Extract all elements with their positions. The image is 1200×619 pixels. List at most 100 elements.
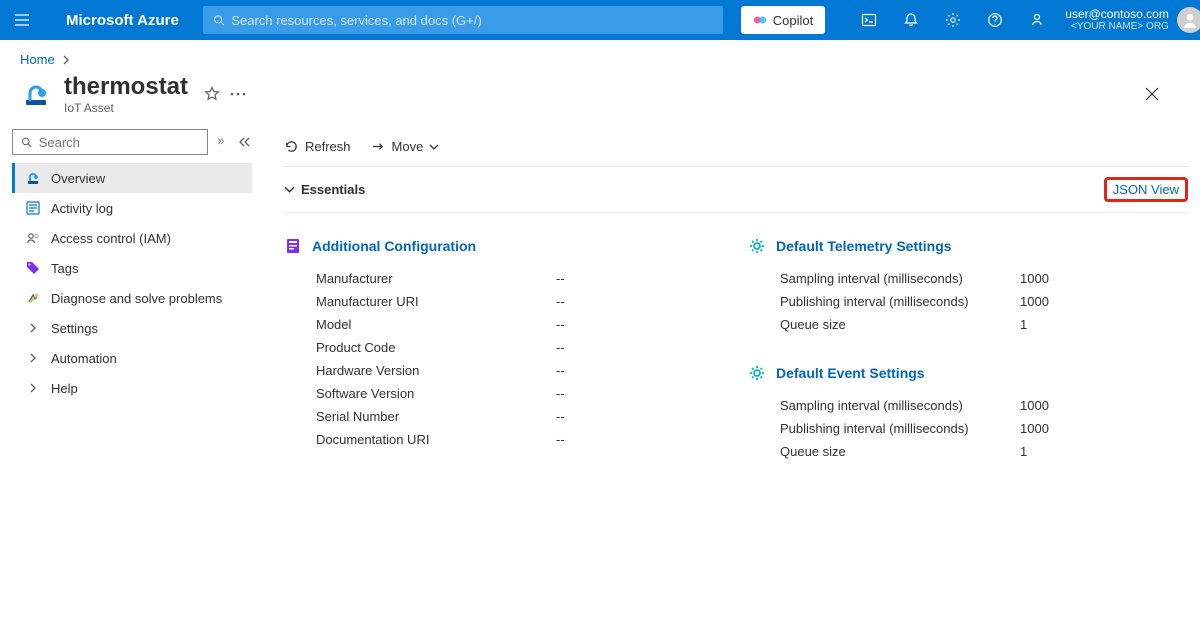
topbar-icon-group: [849, 0, 1057, 40]
feedback-icon[interactable]: [1017, 0, 1057, 40]
kv-row: Hardware Version--: [284, 359, 724, 382]
breadcrumb-item[interactable]: Home: [20, 52, 55, 67]
global-search[interactable]: [203, 6, 723, 34]
copilot-button[interactable]: Copilot: [741, 6, 825, 34]
json-view-link[interactable]: JSON View: [1113, 182, 1179, 197]
section-header-telemetry: Default Telemetry Settings: [748, 237, 1188, 255]
avatar[interactable]: [1177, 7, 1200, 33]
notifications-icon[interactable]: [891, 0, 931, 40]
kv-key: Manufacturer URI: [316, 294, 556, 309]
telemetry-section: Default Telemetry Settings Sampling inte…: [748, 237, 1188, 336]
kv-key: Serial Number: [316, 409, 556, 424]
close-icon[interactable]: [1136, 78, 1168, 110]
access-control-icon: [25, 230, 41, 246]
help-icon[interactable]: [975, 0, 1015, 40]
move-button[interactable]: Move: [371, 139, 440, 154]
account-org: <YOUR NAME> ORG: [1065, 21, 1169, 33]
sidebar-item-automation[interactable]: Automation: [12, 343, 252, 373]
kv-key: Publishing interval (milliseconds): [780, 294, 1020, 309]
title-text: thermostat IoT Asset: [64, 73, 188, 115]
collapse-icon[interactable]: [236, 134, 252, 150]
kv-key: Model: [316, 317, 556, 332]
expand-icon[interactable]: [214, 134, 230, 150]
kv-row: Manufacturer URI--: [284, 290, 724, 313]
section-header-additional-config: Additional Configuration: [284, 237, 724, 255]
sidebar-search-input[interactable]: [39, 135, 199, 150]
page-title: thermostat: [64, 73, 188, 101]
account-user: user@contoso.com: [1065, 7, 1169, 21]
sidebar-item-settings[interactable]: Settings: [12, 313, 252, 343]
kv-value: 1: [1020, 444, 1027, 459]
sidebar-item-tags[interactable]: Tags: [12, 253, 252, 283]
iot-asset-icon: [20, 78, 52, 110]
sidebar-item-help[interactable]: Help: [12, 373, 252, 403]
essentials-label: Essentials: [301, 182, 365, 197]
star-icon[interactable]: [204, 86, 220, 102]
global-search-input[interactable]: [231, 13, 712, 28]
sidebar-item-label: Diagnose and solve problems: [51, 291, 222, 306]
breadcrumb: Home: [0, 40, 1200, 73]
sidebar-item-label: Tags: [51, 261, 78, 276]
diagnose-icon: [25, 290, 41, 306]
refresh-label: Refresh: [305, 139, 351, 154]
kv-value: --: [556, 317, 565, 332]
kv-value: --: [556, 294, 565, 309]
essentials-toggle[interactable]: Essentials: [284, 182, 365, 197]
kv-key: Hardware Version: [316, 363, 556, 378]
hamburger-menu-icon[interactable]: [14, 8, 30, 32]
kv-row: Software Version--: [284, 382, 724, 405]
brand-label[interactable]: Microsoft Azure: [66, 12, 179, 29]
kv-value: --: [556, 340, 565, 355]
sidebar-item-label: Access control (IAM): [51, 231, 171, 246]
overview-icon: [25, 170, 41, 186]
sidebar-item-label: Automation: [51, 351, 117, 366]
chevron-right-icon: [25, 320, 41, 336]
kv-key: Queue size: [780, 444, 1020, 459]
kv-value: 1: [1020, 317, 1027, 332]
move-icon: [371, 139, 386, 154]
search-icon: [21, 136, 33, 149]
sidebar-search[interactable]: [12, 129, 208, 155]
cloud-shell-icon[interactable]: [849, 0, 889, 40]
kv-key: Documentation URI: [316, 432, 556, 447]
search-icon: [213, 14, 226, 27]
refresh-button[interactable]: Refresh: [284, 139, 351, 154]
more-icon[interactable]: [230, 92, 246, 96]
sidebar-item-access-control[interactable]: Access control (IAM): [12, 223, 252, 253]
sidebar-item-overview[interactable]: Overview: [12, 163, 252, 193]
tags-icon: [25, 260, 41, 276]
kv-row: Serial Number--: [284, 405, 724, 428]
kv-key: Sampling interval (milliseconds): [780, 398, 1020, 413]
kv-row: Queue size1: [748, 440, 1188, 463]
chevron-right-icon: [25, 380, 41, 396]
gear-icon: [748, 237, 766, 255]
section-header-event: Default Event Settings: [748, 364, 1188, 382]
sidebar: Overview Activity log Access control (IA…: [0, 121, 260, 463]
kv-row: Sampling interval (milliseconds)1000: [748, 267, 1188, 290]
kv-key: Publishing interval (milliseconds): [780, 421, 1020, 436]
settings-gear-icon[interactable]: [933, 0, 973, 40]
kv-key: Product Code: [316, 340, 556, 355]
kv-row: Queue size1: [748, 313, 1188, 336]
title-row: thermostat IoT Asset: [0, 73, 1200, 121]
section-title: Default Event Settings: [776, 365, 925, 381]
kv-row: Publishing interval (milliseconds)1000: [748, 417, 1188, 440]
account-text: user@contoso.com <YOUR NAME> ORG: [1065, 7, 1169, 33]
sidebar-item-label: Help: [51, 381, 78, 396]
kv-row: Documentation URI--: [284, 428, 724, 451]
sidebar-item-activity-log[interactable]: Activity log: [12, 193, 252, 223]
essentials-row: Essentials JSON View: [284, 167, 1188, 212]
kv-row: Manufacturer--: [284, 267, 724, 290]
kv-key: Software Version: [316, 386, 556, 401]
json-view-highlight: JSON View: [1104, 177, 1188, 202]
kv-row: Publishing interval (milliseconds)1000: [748, 290, 1188, 313]
account-area[interactable]: user@contoso.com <YOUR NAME> ORG: [1065, 7, 1200, 33]
sidebar-item-label: Settings: [51, 321, 98, 336]
kv-value: 1000: [1020, 398, 1049, 413]
sidebar-item-diagnose[interactable]: Diagnose and solve problems: [12, 283, 252, 313]
sidebar-item-label: Activity log: [51, 201, 113, 216]
kv-value: --: [556, 432, 565, 447]
sidebar-item-label: Overview: [51, 171, 105, 186]
kv-value: 1000: [1020, 271, 1049, 286]
chevron-down-icon: [429, 142, 439, 152]
